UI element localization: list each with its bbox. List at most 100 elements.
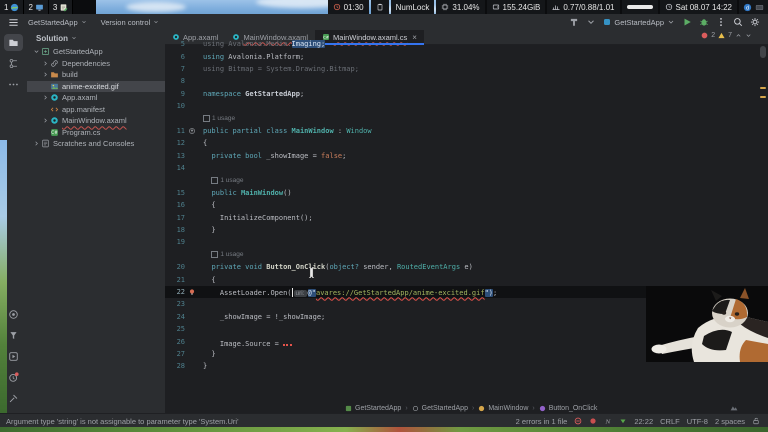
- scrollbar-thumb[interactable]: [760, 46, 766, 58]
- line-number: 11: [176, 126, 185, 135]
- inspections-widget[interactable]: 2 7: [701, 32, 752, 39]
- usage-annotation[interactable]: 1 usage: [198, 115, 235, 123]
- breadcrumb-getstartedapp[interactable]: GetStartedApp: [412, 405, 468, 412]
- tree-item-build[interactable]: build: [27, 69, 165, 81]
- token: bool: [245, 151, 267, 160]
- usage-annotation-row[interactable]: 1 usage: [165, 249, 768, 261]
- code-line-7[interactable]: 7 using Bitmap = System.Drawing.Bitmap;: [165, 63, 768, 75]
- structure-tool-button[interactable]: [4, 55, 23, 72]
- line-number: 16: [176, 201, 185, 210]
- folder-tool-button[interactable]: [4, 34, 23, 51]
- tree-item-dependencies[interactable]: Dependencies: [27, 58, 165, 70]
- code-text: {: [198, 139, 207, 147]
- green-down-icon[interactable]: [619, 417, 627, 425]
- bulb-gutter-icon[interactable]: [188, 288, 196, 296]
- monitor-icon: [35, 3, 44, 12]
- line-number: 25: [176, 325, 185, 334]
- tree-item-program-cs[interactable]: C# Program.cs: [27, 127, 165, 139]
- search-everywhere-icon[interactable]: [733, 17, 743, 27]
- next-problem-icon[interactable]: [745, 32, 752, 39]
- chevron-collapsed-icon[interactable]: [42, 117, 49, 124]
- code-line-8[interactable]: 8: [165, 75, 768, 87]
- breadcrumb-getstartedapp[interactable]: GetStartedApp: [345, 405, 401, 412]
- code-line-5[interactable]: 5 using Avalonia.Media.Imaging;: [165, 38, 768, 50]
- marker-gutter-icon[interactable]: [188, 127, 196, 135]
- unlock-icon[interactable]: [752, 417, 760, 425]
- token: _showImage: [278, 312, 322, 321]
- project-widget[interactable]: GetStartedApp: [23, 17, 92, 28]
- tree-item-app-axaml[interactable]: App.axaml: [27, 92, 165, 104]
- code-line-16[interactable]: 16 {: [165, 199, 768, 211]
- usage-annotation-row[interactable]: 1 usage: [165, 174, 768, 186]
- code-line-13[interactable]: 13 private bool _showImage = false;: [165, 150, 768, 162]
- workspace-button-2[interactable]: 2: [24, 0, 49, 14]
- run-button[interactable]: [682, 17, 692, 27]
- token: =: [270, 339, 284, 348]
- chevron-down-icon[interactable]: [586, 17, 596, 27]
- tree-item-getstartedapp[interactable]: GetStartedApp: [27, 46, 165, 58]
- tree-item-app-manifest[interactable]: app.manifest: [27, 104, 165, 116]
- tray-d-icon[interactable]: d: [743, 3, 752, 12]
- code-line-10[interactable]: 10: [165, 100, 768, 112]
- tree-item-mainwindow-axaml[interactable]: MainWindow.axaml: [27, 115, 165, 127]
- chevron-expanded-icon[interactable]: [33, 48, 40, 55]
- axaml-file-icon: [50, 116, 59, 125]
- run-configuration-select[interactable]: GetStartedApp: [603, 18, 675, 27]
- vcs-widget-label: Version control: [100, 17, 151, 27]
- crumb-project-icon: [345, 405, 352, 412]
- status-item[interactable]: CRLF: [660, 417, 680, 426]
- usage-annotation[interactable]: 1 usage: [206, 176, 244, 184]
- status-item[interactable]: 2 errors in 1 file: [516, 417, 568, 426]
- code-line-12[interactable]: 12 {: [165, 137, 768, 149]
- tree-item-scratches-and-consoles[interactable]: Scratches and Consoles: [27, 138, 165, 150]
- more-actions-icon[interactable]: [716, 17, 726, 27]
- status-item[interactable]: 2 spaces: [715, 417, 745, 426]
- tray-monitor-icon[interactable]: [755, 3, 764, 12]
- token: avares://GetStartedApp/anime-excited.gif: [315, 288, 485, 297]
- chevron-collapsed-icon[interactable]: [42, 60, 49, 67]
- code-line-17[interactable]: 17 InitializeComponent();: [165, 211, 768, 223]
- chevron-collapsed-icon[interactable]: [33, 140, 40, 147]
- code-line-11[interactable]: 11 public partial class MainWindow : Wind…: [165, 125, 768, 137]
- code-text: InitializeComponent();: [198, 214, 313, 222]
- prev-problem-icon[interactable]: [735, 32, 742, 39]
- red-dot-icon[interactable]: [589, 417, 597, 425]
- code-text: namespace GetStartedApp;: [198, 90, 304, 98]
- chevron-collapsed-icon[interactable]: [42, 94, 49, 101]
- chevron-collapsed-icon[interactable]: [42, 71, 49, 78]
- tree-item-anime-excited-gif[interactable]: anime-excited.gif: [27, 80, 165, 92]
- code-line-18[interactable]: 18 }: [165, 224, 768, 236]
- status-item[interactable]: 22:22: [634, 417, 653, 426]
- more-tool-button[interactable]: [4, 76, 23, 93]
- breadcrumb-mainwindow[interactable]: MainWindow: [478, 405, 528, 412]
- crumb-class-icon: [478, 405, 485, 412]
- no-entry-icon[interactable]: [574, 417, 582, 425]
- solution-panel-header[interactable]: Solution: [27, 30, 165, 46]
- code-line-15[interactable]: 15 public MainWindow(): [165, 187, 768, 199]
- usage-annotation-row[interactable]: 1 usage: [165, 112, 768, 124]
- vcs-widget[interactable]: Version control: [96, 17, 165, 28]
- debug-button[interactable]: [699, 17, 709, 27]
- code-text: private bool _showImage = false;: [198, 152, 346, 160]
- scroll-stripe-mark: [760, 87, 766, 89]
- svg-text:N: N: [605, 419, 611, 425]
- calendar-icon: [665, 3, 673, 11]
- usage-annotation[interactable]: 1 usage: [206, 251, 244, 259]
- workspace-button-3[interactable]: 3: [48, 0, 74, 14]
- code-line-9[interactable]: 9 namespace GetStartedApp;: [165, 88, 768, 100]
- more-icon: [8, 79, 19, 90]
- settings-gear-icon[interactable]: [750, 17, 760, 27]
- code-line-20[interactable]: 20 private void Button_OnClick(object? s…: [165, 261, 768, 273]
- status-item[interactable]: UTF-8: [687, 417, 708, 426]
- n-glyph-icon[interactable]: N: [604, 417, 612, 425]
- workspace-button-1[interactable]: 1: [0, 0, 25, 14]
- code-line-6[interactable]: 6 using Avalonia.Platform;: [165, 50, 768, 62]
- breadcrumb-button_onclick[interactable]: Button_OnClick: [539, 405, 597, 412]
- deps-file-icon: [50, 59, 59, 68]
- line-number: 15: [176, 188, 185, 197]
- code-line-19[interactable]: 19: [165, 236, 768, 248]
- code-line-14[interactable]: 14: [165, 162, 768, 174]
- main-menu-icon[interactable]: [8, 17, 19, 28]
- build-hammer-icon[interactable]: [569, 17, 579, 27]
- code-line-21[interactable]: 21 {: [165, 273, 768, 285]
